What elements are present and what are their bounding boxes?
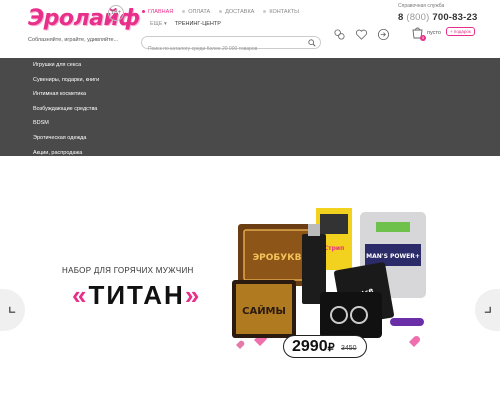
nav-home[interactable]: главная [142, 9, 173, 15]
login-icon[interactable] [377, 28, 390, 41]
gift-button[interactable]: + подарок [446, 27, 475, 36]
banner-title: «ТИТАН» [72, 280, 202, 310]
age-badge: 18+ [108, 5, 124, 21]
nav-contacts[interactable]: контакты [263, 9, 299, 15]
dot-icon [219, 10, 223, 14]
category-menu: Игрушки для секса Сувениры, подарки, кни… [0, 58, 500, 156]
sub-nav: еще ▾ тренинг-центр [150, 21, 221, 27]
nav-more[interactable]: еще ▾ [150, 21, 167, 27]
search-bar [141, 36, 321, 55]
arrow-right-icon [484, 306, 491, 313]
nav-training[interactable]: тренинг-центр [175, 21, 221, 27]
nav-delivery[interactable]: доставка [219, 9, 254, 15]
cart-status: пусто [427, 30, 441, 36]
banner-subtitle: набор для горячих мужчин [62, 266, 194, 275]
heart-icon[interactable] [355, 28, 368, 41]
tagline: Соблазняйте, играйте, удивляйте... [28, 37, 119, 43]
price: 2990₽ [292, 338, 335, 355]
top-nav: главная оплата доставка контакты [142, 9, 299, 15]
menu-item-bdsm[interactable]: BDSM [33, 116, 99, 131]
menu-item-toys[interactable]: Игрушки для секса [33, 58, 99, 73]
menu-item-clothing[interactable]: Эротическая одежда [33, 131, 99, 146]
cart-count-badge: 0 [420, 35, 426, 41]
search-input[interactable] [142, 43, 302, 55]
nav-payment[interactable]: оплата [182, 9, 210, 15]
old-price: 3450 [341, 345, 357, 352]
dot-icon [263, 10, 267, 14]
card-box-label: САЙМЫ [242, 304, 286, 317]
promo-banner[interactable]: набор для горячих мужчин «ТИТАН» ЭРОБУКВ… [0, 156, 500, 400]
phone-number[interactable]: 8 (800) 700-83-23 [398, 12, 477, 23]
header-icons [333, 28, 390, 41]
box-label: ЭРОБУКВ [253, 253, 302, 263]
next-slide-button[interactable] [475, 289, 500, 331]
category-list: Игрушки для секса Сувениры, подарки, кни… [33, 58, 99, 160]
price-tag: 2990₽ 3450 [283, 335, 367, 358]
yellow-box-label: Стрип [324, 245, 345, 252]
dot-icon [182, 10, 186, 14]
active-dot-icon [142, 10, 145, 14]
menu-item-souvenirs[interactable]: Сувениры, подарки, книги [33, 73, 99, 88]
menu-item-stimulants[interactable]: Возбуждающие средства [33, 102, 99, 117]
help-label: Справочная служба [398, 3, 445, 9]
prev-slide-button[interactable] [0, 289, 25, 331]
arrow-left-icon [9, 306, 16, 313]
bag-label: MAN'S POWER+ [366, 253, 420, 260]
header: Эролайф 18+ Соблазняйте, играйте, удивля… [0, 0, 500, 58]
compare-icon[interactable] [333, 28, 346, 41]
cart-button[interactable]: 0 пусто [412, 27, 441, 41]
menu-item-cosmetics[interactable]: Интимная косметика [33, 87, 99, 102]
search-icon[interactable] [308, 39, 316, 47]
